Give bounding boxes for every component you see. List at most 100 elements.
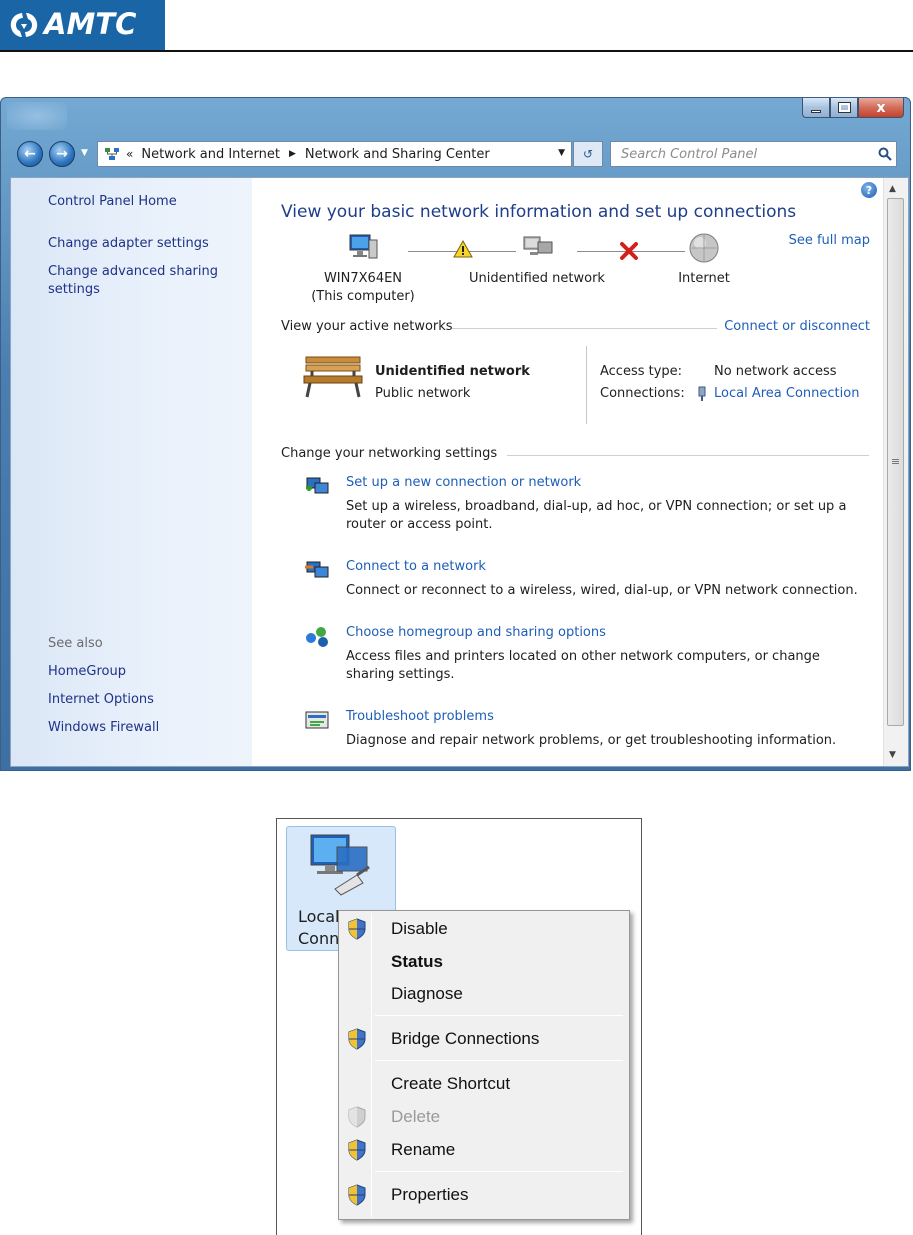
setup-connection-link[interactable]: Set up a new connection or network <box>346 475 581 490</box>
computer-name: WIN7X64EN <box>323 271 403 286</box>
address-bar[interactable]: « Network and Internet ▶ Network and Sha… <box>97 141 572 167</box>
ethernet-plug-icon <box>698 386 706 401</box>
troubleshoot-description: Diagnose and repair network problems, or… <box>346 733 837 748</box>
menu-separator <box>375 1171 623 1172</box>
menu-label-disable: Disable <box>391 919 448 938</box>
scroll-thumb[interactable] <box>887 198 904 726</box>
main-content: View your basic network information and … <box>252 178 885 766</box>
access-type-label: Access type: <box>600 364 683 379</box>
disconnected-x-icon <box>620 242 638 260</box>
maximize-button[interactable] <box>830 98 858 118</box>
menu-item-diagnose[interactable]: Diagnose <box>339 979 629 1009</box>
minimize-icon <box>811 110 821 113</box>
network-center-icon <box>105 148 119 160</box>
menu-label-rename: Rename <box>391 1140 456 1159</box>
page-title: View your basic network information and … <box>281 202 797 222</box>
vertical-scrollbar[interactable]: ▲ ▼ <box>883 178 908 766</box>
window-content: Control Panel Home Change adapter settin… <box>10 177 909 767</box>
breadcrumb-network-and-internet[interactable]: Network and Internet <box>141 147 280 162</box>
adapter-context-menu: Disable Status Diagnose Bridge Connectio… <box>338 910 630 1220</box>
network-connections-panel: Local A Conn Disable Status Diagnose Bri… <box>276 818 642 1235</box>
connect-to-network-link[interactable]: Connect to a network <box>346 559 486 574</box>
change-settings-heading: Change your networking settings <box>281 446 498 461</box>
see-full-map-link[interactable]: See full map <box>789 233 870 248</box>
search-icon[interactable] <box>874 143 896 165</box>
menu-label-delete: Delete <box>391 1107 441 1126</box>
uac-shield-icon <box>348 1139 366 1161</box>
menu-item-bridge-connections[interactable]: Bridge Connections <box>339 1024 629 1054</box>
brand-logo-icon <box>10 13 38 37</box>
uac-shield-icon <box>348 918 366 940</box>
menu-item-disable[interactable]: Disable <box>339 914 629 944</box>
back-arrow-icon: ← <box>24 146 36 162</box>
access-type-value: No network access <box>714 364 837 379</box>
scroll-down-icon[interactable]: ▼ <box>889 750 896 760</box>
search-box[interactable] <box>610 141 897 167</box>
menu-separator <box>375 1060 623 1061</box>
public-network-bench-icon <box>303 356 363 398</box>
menu-label-properties: Properties <box>391 1185 469 1204</box>
map-node-internet[interactable]: Internet <box>659 232 749 288</box>
help-icon[interactable]: ? <box>861 182 877 198</box>
close-button[interactable]: x <box>858 98 904 118</box>
active-networks-heading: View your active networks <box>281 319 453 334</box>
connect-to-network-description: Connect or reconnect to a wireless, wire… <box>346 583 858 598</box>
menu-item-create-shortcut[interactable]: Create Shortcut <box>339 1069 629 1099</box>
menu-item-rename[interactable]: Rename <box>339 1135 629 1165</box>
caption-buttons: x <box>802 98 904 120</box>
brand-name: AMTC <box>44 7 137 41</box>
connections-label: Connections: <box>600 386 685 401</box>
change-settings-rule <box>507 455 869 456</box>
setup-connection-description: Set up a wireless, broadband, dial-up, a… <box>346 499 847 532</box>
uac-shield-icon <box>348 1184 366 1206</box>
change-advanced-sharing-link[interactable]: Change advanced sharing settings <box>48 263 228 299</box>
menu-item-delete: Delete <box>339 1102 629 1132</box>
menu-label-diagnose: Diagnose <box>391 984 463 1003</box>
brand-logo: AMTC <box>0 0 165 50</box>
menu-label-create-shortcut: Create Shortcut <box>391 1074 511 1093</box>
close-icon: x <box>876 99 886 116</box>
connect-or-disconnect-link[interactable]: Connect or disconnect <box>724 319 870 334</box>
unidentified-network-icon <box>523 236 553 255</box>
navigation-bar: ← → ▼ « Network and Internet ▶ Network a… <box>1 136 910 168</box>
internet-options-link[interactable]: Internet Options <box>48 691 154 709</box>
map-node-network[interactable]: Unidentified network <box>467 232 607 288</box>
breadcrumb-network-sharing-center[interactable]: Network and Sharing Center <box>305 147 490 162</box>
scroll-up-icon[interactable]: ▲ <box>889 184 896 194</box>
network-category-link[interactable]: Public network <box>375 386 470 401</box>
breadcrumb-overflow[interactable]: « <box>126 147 133 161</box>
troubleshoot-link[interactable]: Troubleshoot problems <box>346 709 494 724</box>
menu-item-status[interactable]: Status <box>339 947 629 977</box>
minimize-button[interactable] <box>802 98 830 118</box>
homegroup-sharing-link[interactable]: Choose homegroup and sharing options <box>346 625 606 640</box>
forward-button[interactable]: → <box>49 141 75 167</box>
computer-subtitle: (This computer) <box>311 289 415 304</box>
local-area-connection-link[interactable]: Local Area Connection <box>714 386 859 401</box>
maximize-icon <box>837 102 851 113</box>
back-button[interactable]: ← <box>17 141 43 167</box>
refresh-button[interactable]: ↺ <box>573 141 603 167</box>
menu-item-properties[interactable]: Properties <box>339 1180 629 1210</box>
network-sharing-center-window: x ← → ▼ « Network and Internet ▶ Network… <box>0 97 911 771</box>
search-input[interactable] <box>621 146 874 162</box>
network-name-label: Unidentified network <box>469 271 605 286</box>
address-dropdown-icon[interactable]: ▼ <box>558 148 565 158</box>
network-adapter-icon <box>310 834 370 896</box>
homegroup-link[interactable]: HomeGroup <box>48 663 126 681</box>
change-adapter-settings-link[interactable]: Change adapter settings <box>48 235 209 253</box>
internet-label: Internet <box>678 271 730 286</box>
uac-shield-disabled-icon <box>348 1106 366 1128</box>
homegroup-icon <box>306 627 328 647</box>
menu-label-bridge-connections: Bridge Connections <box>391 1029 540 1048</box>
refresh-icon: ↺ <box>582 147 594 161</box>
control-panel-home-link[interactable]: Control Panel Home <box>48 193 177 211</box>
windows-firewall-link[interactable]: Windows Firewall <box>48 719 159 737</box>
internet-globe-icon <box>689 233 719 263</box>
uac-shield-icon <box>348 1028 366 1050</box>
recent-pages-dropdown[interactable]: ▼ <box>81 148 88 158</box>
breadcrumb-separator-icon[interactable]: ▶ <box>289 149 296 159</box>
map-node-computer[interactable]: WIN7X64EN (This computer) <box>310 232 416 306</box>
active-networks-rule <box>452 328 717 329</box>
active-network-name: Unidentified network <box>375 364 530 379</box>
menu-label-status: Status <box>391 952 443 971</box>
